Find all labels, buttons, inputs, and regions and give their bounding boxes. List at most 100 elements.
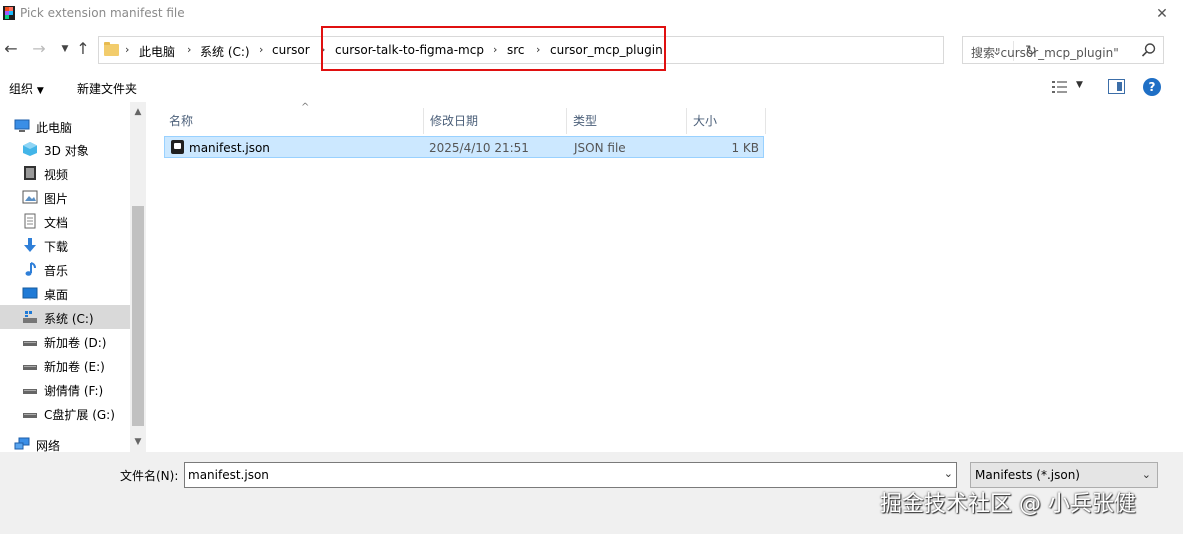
sidebar-item-3d-objects[interactable]: 3D 对象: [0, 137, 130, 161]
table-row[interactable]: manifest.json 2025/4/10 21:51 JSON file …: [164, 136, 764, 158]
column-header-size[interactable]: 大小: [687, 108, 765, 132]
sidebar-item-drive-e[interactable]: 新加卷 (E:): [0, 353, 130, 377]
sidebar-item-label: 系统 (C:): [44, 312, 94, 326]
sidebar-item-pictures[interactable]: 图片: [0, 185, 130, 209]
network-icon: [14, 437, 30, 450]
file-modified: 2025/4/10 21:51: [429, 141, 529, 155]
sidebar-item-desktop[interactable]: 桌面: [0, 281, 130, 305]
view-options-dropdown[interactable]: ▼: [1076, 80, 1083, 90]
drive-icon: [23, 389, 37, 394]
organize-menu[interactable]: 组织 ▼: [9, 80, 44, 97]
search-placeholder: 搜索"cursor_mcp_plugin": [971, 46, 1119, 60]
command-toolbar: 组织 ▼ 新建文件夹 ▼ ?: [0, 74, 1183, 102]
filetype-value: Manifests (*.json): [975, 468, 1080, 482]
sidebar-scrollbar[interactable]: ▲ ▼: [130, 102, 146, 452]
sort-ascending-icon: ^: [301, 102, 310, 113]
preview-pane-icon[interactable]: [1108, 79, 1125, 94]
column-header-label: 大小: [693, 114, 718, 128]
sidebar-item-label: C盘扩展 (G:): [44, 408, 115, 422]
column-header-type[interactable]: 类型: [567, 108, 687, 132]
sidebar-item-label: 此电脑: [36, 121, 73, 135]
figma-app-icon: [3, 6, 15, 20]
view-options-icon[interactable]: [1052, 80, 1068, 94]
breadcrumb-item[interactable]: 系统 (C:): [200, 43, 250, 60]
sidebar-item-label: 下载: [44, 240, 69, 254]
breadcrumb-separator-icon[interactable]: ›: [187, 43, 191, 56]
chevron-down-icon: ▼: [36, 86, 44, 96]
up-button[interactable]: ↑: [74, 40, 92, 58]
sidebar-item-label: 3D 对象: [44, 144, 89, 158]
sidebar-item-label: 新加卷 (E:): [44, 360, 105, 374]
breadcrumb-highlight-annotation: [321, 26, 666, 71]
sidebar-item-label: 音乐: [44, 264, 69, 278]
breadcrumb-separator-icon[interactable]: ›: [125, 43, 129, 56]
sidebar-item-label: 桌面: [44, 288, 69, 302]
system-drive-icon: [23, 311, 37, 323]
column-header-label: 类型: [573, 114, 598, 128]
sidebar-item-drive-c[interactable]: 系统 (C:): [0, 305, 130, 329]
picture-icon: [22, 190, 38, 204]
folder-icon: [104, 42, 119, 56]
arrow-up-icon: ↑: [76, 39, 90, 58]
arrow-left-icon: ←: [4, 39, 18, 58]
window-title: Pick extension manifest file: [20, 6, 185, 20]
sidebar-item-label: 文档: [44, 216, 69, 230]
filename-value: manifest.json: [188, 468, 269, 482]
new-folder-button[interactable]: 新建文件夹: [77, 80, 137, 97]
sidebar-item-music[interactable]: 音乐: [0, 257, 130, 281]
filetype-select[interactable]: Manifests (*.json) ⌄: [970, 462, 1158, 488]
cube-icon: [23, 142, 37, 156]
watermark: 掘金技术社区 @ 小兵张健: [880, 492, 1136, 517]
back-button[interactable]: ←: [2, 40, 20, 58]
help-icon[interactable]: ?: [1143, 78, 1161, 96]
sidebar-item-this-pc[interactable]: 此电脑: [0, 114, 130, 138]
recent-locations-button[interactable]: ▼: [56, 40, 74, 58]
navigation-pane: 此电脑 3D 对象 视频 图片 文档 下载 音乐 桌面 系统 (C:) 新加卷 …: [0, 102, 146, 453]
sidebar-item-label: 视频: [44, 168, 69, 182]
breadcrumb-separator-icon[interactable]: ›: [259, 43, 263, 56]
search-icon[interactable]: [1141, 42, 1157, 58]
sidebar-item-documents[interactable]: 文档: [0, 209, 130, 233]
music-icon: [25, 262, 36, 276]
close-button[interactable]: ✕: [1149, 4, 1175, 24]
scroll-up-icon[interactable]: ▲: [130, 104, 146, 120]
sidebar-item-downloads[interactable]: 下载: [0, 233, 130, 257]
sidebar-item-drive-g[interactable]: C盘扩展 (G:): [0, 401, 130, 425]
column-header-modified[interactable]: 修改日期: [424, 108, 566, 132]
sidebar-item-label: 图片: [44, 192, 69, 206]
column-divider[interactable]: [765, 108, 766, 134]
column-header-name[interactable]: ^ 名称: [163, 102, 423, 132]
breadcrumb-item[interactable]: cursor: [272, 43, 310, 57]
drive-icon: [23, 365, 37, 370]
file-size: 1 KB: [731, 141, 759, 155]
document-icon: [24, 213, 36, 229]
arrow-right-icon: →: [32, 39, 46, 58]
filename-input[interactable]: manifest.json ⌄: [184, 462, 957, 488]
close-icon: ✕: [1156, 6, 1168, 22]
column-header-label: 名称: [169, 114, 194, 128]
file-list: ^ 名称 修改日期 类型 大小 manifest.json 2025/4/10 …: [150, 102, 1183, 452]
drive-icon: [23, 341, 37, 346]
organize-label: 组织: [9, 82, 34, 96]
sidebar-item-videos[interactable]: 视频: [0, 161, 130, 185]
sidebar-item-label: 新加卷 (D:): [44, 336, 107, 350]
drive-icon: [23, 413, 37, 418]
title-bar: Pick extension manifest file ✕: [0, 0, 1183, 28]
file-picker-footer: 文件名(N): manifest.json ⌄ Manifests (*.jso…: [0, 452, 1183, 534]
forward-button[interactable]: →: [30, 40, 48, 58]
desktop-icon: [22, 287, 38, 299]
json-file-icon: [171, 140, 184, 154]
chevron-down-icon: ▼: [61, 44, 69, 54]
scroll-down-icon[interactable]: ▼: [130, 434, 146, 450]
column-header-label: 修改日期: [430, 114, 479, 128]
video-icon: [24, 166, 36, 180]
filename-label: 文件名(N):: [120, 469, 179, 483]
sidebar-item-drive-d[interactable]: 新加卷 (D:): [0, 329, 130, 353]
search-input[interactable]: 搜索"cursor_mcp_plugin": [962, 36, 1164, 64]
sidebar-item-drive-f[interactable]: 谢倩倩 (F:): [0, 377, 130, 401]
breadcrumb-item[interactable]: 此电脑: [139, 43, 175, 60]
chevron-down-icon[interactable]: ⌄: [944, 467, 953, 480]
scroll-thumb[interactable]: [132, 206, 144, 426]
chevron-down-icon: ⌄: [1141, 468, 1151, 481]
file-name: manifest.json: [189, 141, 270, 155]
